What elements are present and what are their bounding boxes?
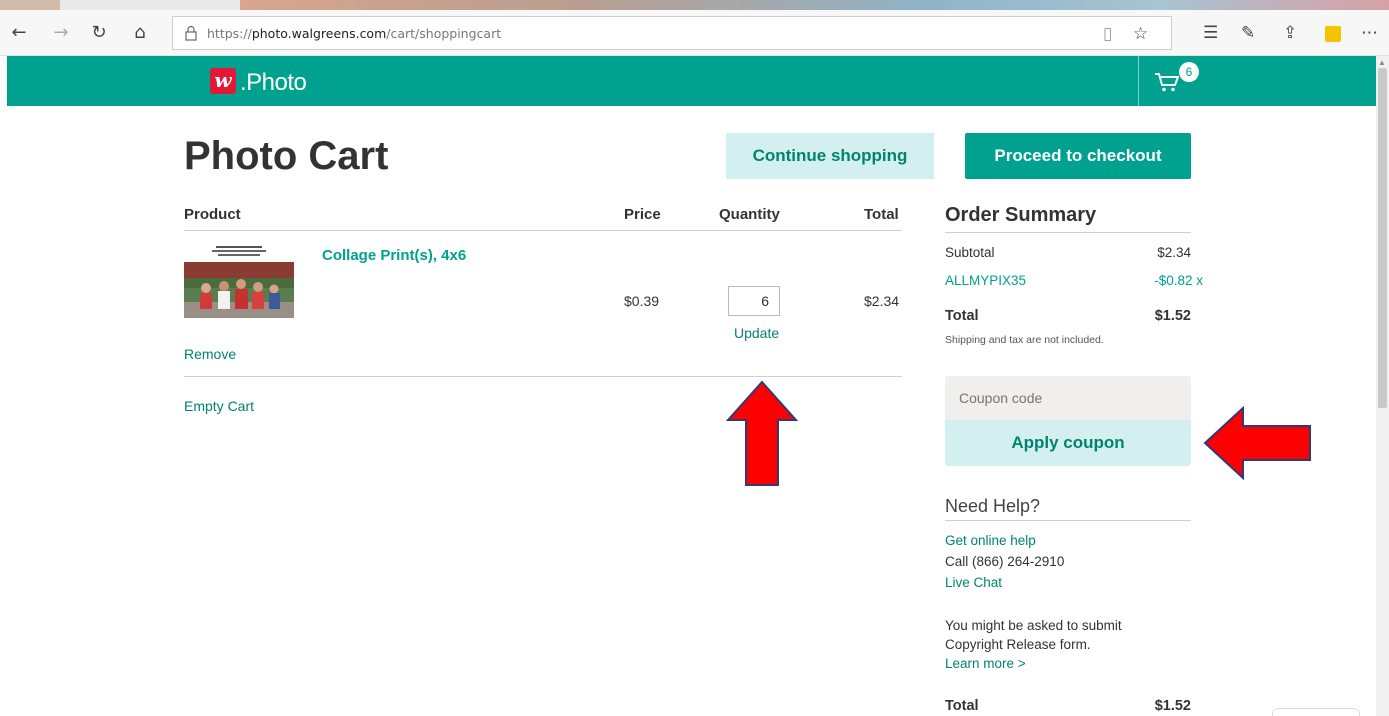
favorites-list-icon[interactable]: ☰ <box>1203 23 1218 43</box>
total-value: $1.52 <box>1154 308 1191 324</box>
help-phone: Call (866) 264-2910 <box>945 554 1065 569</box>
learn-more-link[interactable]: Learn more > <box>945 656 1026 671</box>
annotation-up-arrow-icon <box>726 380 798 486</box>
table-row-divider <box>184 376 902 377</box>
browser-toolbar: ← → ↻ ⌂ https://photo.walgreens.com/cart… <box>0 10 1389 56</box>
browser-tab[interactable] <box>0 0 60 10</box>
continue-shopping-button[interactable]: Continue shopping <box>726 133 934 179</box>
online-help-link[interactable]: Get online help <box>945 533 1036 548</box>
empty-cart-link[interactable]: Empty Cart <box>184 398 254 414</box>
item-price: $0.39 <box>624 293 660 309</box>
favorite-star-icon[interactable]: ☆ <box>1133 24 1148 44</box>
table-header-divider <box>184 230 902 231</box>
bottom-total-label: Total <box>945 698 979 714</box>
site-header: w .Photo 6 <box>7 56 1376 106</box>
scrollbar-thumb[interactable] <box>1378 68 1387 408</box>
remove-coupon-icon[interactable]: x <box>1196 273 1203 288</box>
header-divider <box>1138 56 1139 106</box>
product-thumbnail[interactable] <box>184 244 294 318</box>
help-divider <box>945 520 1191 521</box>
share-icon[interactable]: ⇪ <box>1283 23 1297 43</box>
summary-divider <box>945 232 1191 233</box>
coupon-row: ALLMYPIX35 -$0.82 x <box>945 273 1203 288</box>
quantity-input[interactable] <box>728 286 780 316</box>
tabstrip-background <box>240 0 1389 10</box>
copyright-text-line1: You might be asked to submit <box>945 618 1122 633</box>
coupon-form: Apply coupon <box>945 376 1191 466</box>
coupon-code-input[interactable] <box>945 376 1191 420</box>
browser-tabstrip <box>0 0 1389 10</box>
more-options-icon[interactable]: ⋯ <box>1361 23 1378 43</box>
annotation-left-arrow-icon <box>1203 406 1311 480</box>
page-scrollbar[interactable]: ▲ <box>1376 56 1389 716</box>
forward-arrow-icon[interactable]: → <box>50 22 72 44</box>
apply-coupon-button[interactable]: Apply coupon <box>945 420 1191 466</box>
total-row: Total $1.52 <box>945 308 1191 324</box>
applied-coupon-code: ALLMYPIX35 <box>945 273 1027 288</box>
page-title: Photo Cart <box>184 134 389 178</box>
column-header-product: Product <box>184 206 241 223</box>
address-bar[interactable]: https://photo.walgreens.com/cart/shoppin… <box>172 16 1172 50</box>
home-icon[interactable]: ⌂ <box>129 22 151 44</box>
walgreens-logo-icon[interactable]: w <box>210 68 236 94</box>
cart-icon[interactable] <box>1154 71 1180 93</box>
bottom-total-row: Total $1.52 <box>945 698 1191 714</box>
pen-icon[interactable]: ✎ <box>1241 23 1255 43</box>
remove-item-link[interactable]: Remove <box>184 346 236 362</box>
subtotal-value: $2.34 <box>1157 245 1191 260</box>
scroll-up-icon[interactable]: ▲ <box>1378 58 1386 67</box>
url-text[interactable]: https://photo.walgreens.com/cart/shoppin… <box>207 26 501 41</box>
extension-icon[interactable] <box>1325 26 1341 42</box>
coupon-discount-value: -$0.82 <box>1154 273 1193 288</box>
subtotal-row: Subtotal $2.34 <box>945 245 1191 260</box>
order-summary-title: Order Summary <box>945 204 1097 226</box>
bottom-total-value: $1.52 <box>1154 698 1191 714</box>
back-arrow-icon[interactable]: ← <box>8 22 30 44</box>
column-header-total: Total <box>864 206 899 223</box>
cart-count-badge[interactable]: 6 <box>1179 62 1199 82</box>
total-label: Total <box>945 308 979 324</box>
subtotal-label: Subtotal <box>945 245 995 260</box>
copyright-text-line2: Copyright Release form. <box>945 637 1091 652</box>
column-header-price: Price <box>624 206 661 223</box>
refresh-icon[interactable]: ↻ <box>88 22 110 44</box>
update-quantity-link[interactable]: Update <box>734 325 779 341</box>
need-help-title: Need Help? <box>945 496 1041 516</box>
logo-text[interactable]: .Photo <box>240 69 307 97</box>
live-chat-link[interactable]: Live Chat <box>945 575 1002 590</box>
floating-widget[interactable] <box>1272 708 1360 716</box>
coupon-discount-group: -$0.82 x <box>1154 273 1203 288</box>
reading-view-icon[interactable]: ▯ <box>1103 24 1112 44</box>
column-header-quantity: Quantity <box>719 206 780 223</box>
shipping-tax-note: Shipping and tax are not included. <box>945 334 1104 346</box>
proceed-to-checkout-button[interactable]: Proceed to checkout <box>965 133 1191 179</box>
item-total: $2.34 <box>864 293 900 309</box>
lock-icon <box>185 25 197 41</box>
product-name-link[interactable]: Collage Print(s), 4x6 <box>322 247 466 264</box>
